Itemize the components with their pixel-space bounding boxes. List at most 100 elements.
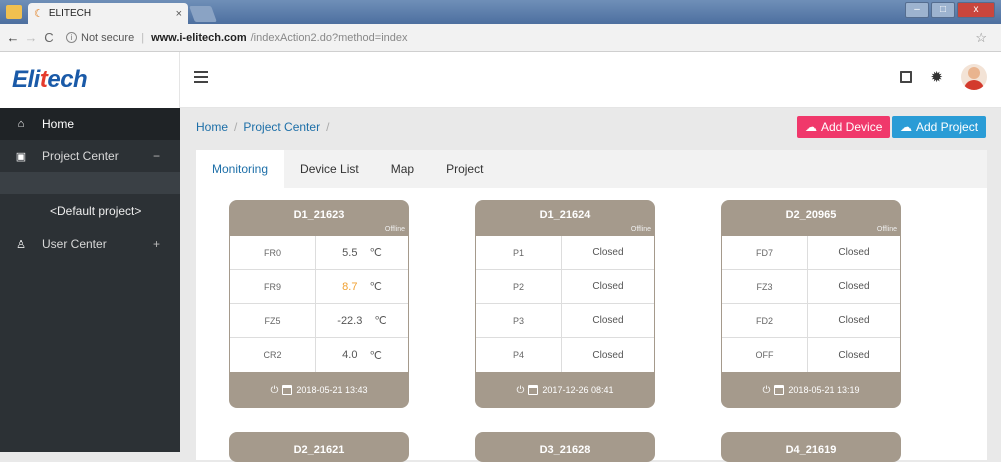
tab-title: ELITECH: [48, 8, 92, 19]
breadcrumb-current[interactable]: Project Center: [243, 120, 320, 134]
device-card-footer: ⏻ 2017-12-26 08:41: [475, 372, 655, 408]
device-name: D4_21619: [785, 444, 837, 456]
last-update-time: 2018-05-21 13:43: [296, 385, 368, 395]
user-icon: ♙: [16, 238, 26, 251]
browser-tab[interactable]: ☾ ELITECH ×: [28, 3, 188, 24]
cloud-upload-icon: ☁: [805, 120, 817, 134]
window-controls: – □ x: [905, 2, 995, 18]
sensor-row: P2 Closed: [476, 270, 654, 304]
elitech-logo[interactable]: Elitech: [12, 66, 88, 94]
home-icon: ⌂: [17, 118, 25, 130]
calendar-icon: [774, 385, 785, 395]
device-card-header: D2_21621: [229, 432, 409, 462]
last-update-time: 2017-12-26 08:41: [542, 385, 614, 395]
plug-icon: ⏻: [516, 384, 525, 396]
device-card[interactable]: D3_21628: [475, 432, 655, 462]
sensor-row: P1 Closed: [476, 236, 654, 270]
menu-toggle-icon[interactable]: [194, 71, 208, 83]
reload-icon[interactable]: C: [40, 30, 58, 45]
back-icon[interactable]: ←: [4, 30, 22, 45]
bookmark-star-icon[interactable]: ☆: [975, 30, 987, 46]
app-root: Elitech ✹ ⌂ Home ▣ Project Center − <Def…: [0, 52, 1001, 462]
device-card-footer: ⏻ 2018-05-21 13:43: [229, 372, 409, 408]
tab-map[interactable]: Map: [375, 150, 430, 188]
device-card[interactable]: D1_21623 Offline FR0 5.5 ℃ FR9 8.7 ℃ FZ5 -22.…: [229, 200, 409, 408]
monitoring-panel: Monitoring Device List Map Project D1_21…: [196, 150, 987, 462]
browser-app-icon: [6, 5, 22, 19]
sensor-row: CR2 4.0 ℃: [230, 338, 408, 372]
header-actions: ✹: [900, 64, 987, 90]
device-name: D2_20965: [785, 209, 837, 221]
sidebar-item-home[interactable]: ⌂ Home: [0, 108, 180, 140]
sensor-row: FD7 Closed: [722, 236, 900, 270]
tab-project[interactable]: Project: [430, 150, 499, 188]
calendar-icon: [282, 385, 293, 395]
sidebar-item-label: Home: [42, 117, 75, 131]
device-card[interactable]: D4_21619: [721, 432, 901, 462]
favicon-icon: ☾: [34, 8, 44, 20]
sidebar: ⌂ Home ▣ Project Center − <Default proje…: [0, 108, 180, 452]
device-card[interactable]: D2_20965 Offline FD7 Closed FZ3 Closed FD2…: [721, 200, 901, 408]
maximize-icon[interactable]: □: [931, 2, 955, 18]
sensor-table: FD7 Closed FZ3 Closed FD2 Closed OFF Closed: [721, 236, 901, 372]
plug-icon: ⏻: [270, 384, 279, 396]
plug-icon: ⏻: [762, 384, 771, 396]
fullscreen-icon[interactable]: [900, 71, 913, 83]
device-status: Offline: [384, 226, 405, 233]
device-card-header: D4_21619: [721, 432, 901, 462]
sensor-row: FZ3 Closed: [722, 270, 900, 304]
forward-icon[interactable]: →: [22, 30, 40, 45]
sensor-row: OFF Closed: [722, 338, 900, 372]
expand-icon[interactable]: +: [153, 237, 160, 251]
url-field[interactable]: i Not secure | www.i-elitech.com/indexAc…: [66, 32, 408, 44]
browser-titlebar: ☾ ELITECH × – □ x: [0, 0, 1001, 24]
url-path: /indexAction2.do?method=index: [250, 31, 408, 44]
device-name: D2_21621: [293, 444, 345, 456]
add-project-button[interactable]: ☁ Add Project: [892, 116, 987, 138]
device-card-header: D1_21624 Offline: [475, 200, 655, 236]
tab-close-icon[interactable]: ×: [176, 8, 182, 20]
device-name: D1_21624: [539, 209, 591, 221]
cloud-upload-icon: ☁: [900, 120, 912, 134]
address-bar: ← → C i Not secure | www.i-elitech.com/i…: [0, 24, 1001, 52]
url-separator: |: [141, 31, 145, 44]
tab-monitoring[interactable]: Monitoring: [196, 150, 285, 188]
tab-bar: Monitoring Device List Map Project: [196, 150, 987, 188]
warning-value: 8.7: [342, 280, 358, 293]
device-name: D3_21628: [539, 444, 591, 456]
device-card-header: D3_21628: [475, 432, 655, 462]
tab-device-list[interactable]: Device List: [284, 150, 375, 188]
device-status: Offline: [630, 226, 651, 233]
sensor-row: P3 Closed: [476, 304, 654, 338]
sidebar-item-user-center[interactable]: ♙ User Center +: [0, 228, 180, 260]
not-secure-label: Not secure: [81, 31, 135, 44]
url-domain: www.i-elitech.com: [151, 31, 247, 44]
device-card[interactable]: D2_21621: [229, 432, 409, 462]
sensor-table: P1 Closed P2 Closed P3 Closed P4 Closed: [475, 236, 655, 372]
minimize-icon[interactable]: –: [905, 2, 929, 18]
grid-icon: ▣: [15, 150, 27, 163]
add-device-button[interactable]: ☁ Add Device: [797, 116, 891, 138]
avatar[interactable]: [961, 64, 987, 90]
device-status: Offline: [876, 226, 897, 233]
sidebar-item-project-center[interactable]: ▣ Project Center −: [0, 140, 180, 172]
collapse-icon[interactable]: −: [153, 149, 160, 163]
close-window-icon[interactable]: x: [957, 2, 995, 18]
sidebar-subitem-default-project[interactable]: <Default project>: [0, 194, 180, 228]
breadcrumb-home[interactable]: Home: [196, 120, 228, 134]
device-card-footer: ⏻ 2018-05-21 13:19: [721, 372, 901, 408]
info-icon[interactable]: i: [66, 32, 77, 43]
device-card[interactable]: D1_21624 Offline P1 Closed P2 Closed P3 Clo…: [475, 200, 655, 408]
device-card-header: D2_20965 Offline: [721, 200, 901, 236]
sensor-row: FR0 5.5 ℃: [230, 236, 408, 270]
sensor-table: FR0 5.5 ℃ FR9 8.7 ℃ FZ5 -22.3 ℃ CR2 4.0 ℃: [229, 236, 409, 372]
gear-icon[interactable]: ✹: [930, 68, 943, 86]
breadcrumb: Home / Project Center /: [196, 120, 330, 134]
logo-bar: Elitech: [0, 52, 180, 108]
sidebar-spacer: [0, 172, 180, 194]
calendar-icon: [528, 385, 539, 395]
main-content: Home / Project Center / ☁ Add Device ☁ Add …: [180, 108, 1001, 462]
new-tab-button[interactable]: [189, 6, 217, 22]
sensor-row: FZ5 -22.3 ℃: [230, 304, 408, 338]
sidebar-item-label: User Center: [42, 237, 107, 251]
